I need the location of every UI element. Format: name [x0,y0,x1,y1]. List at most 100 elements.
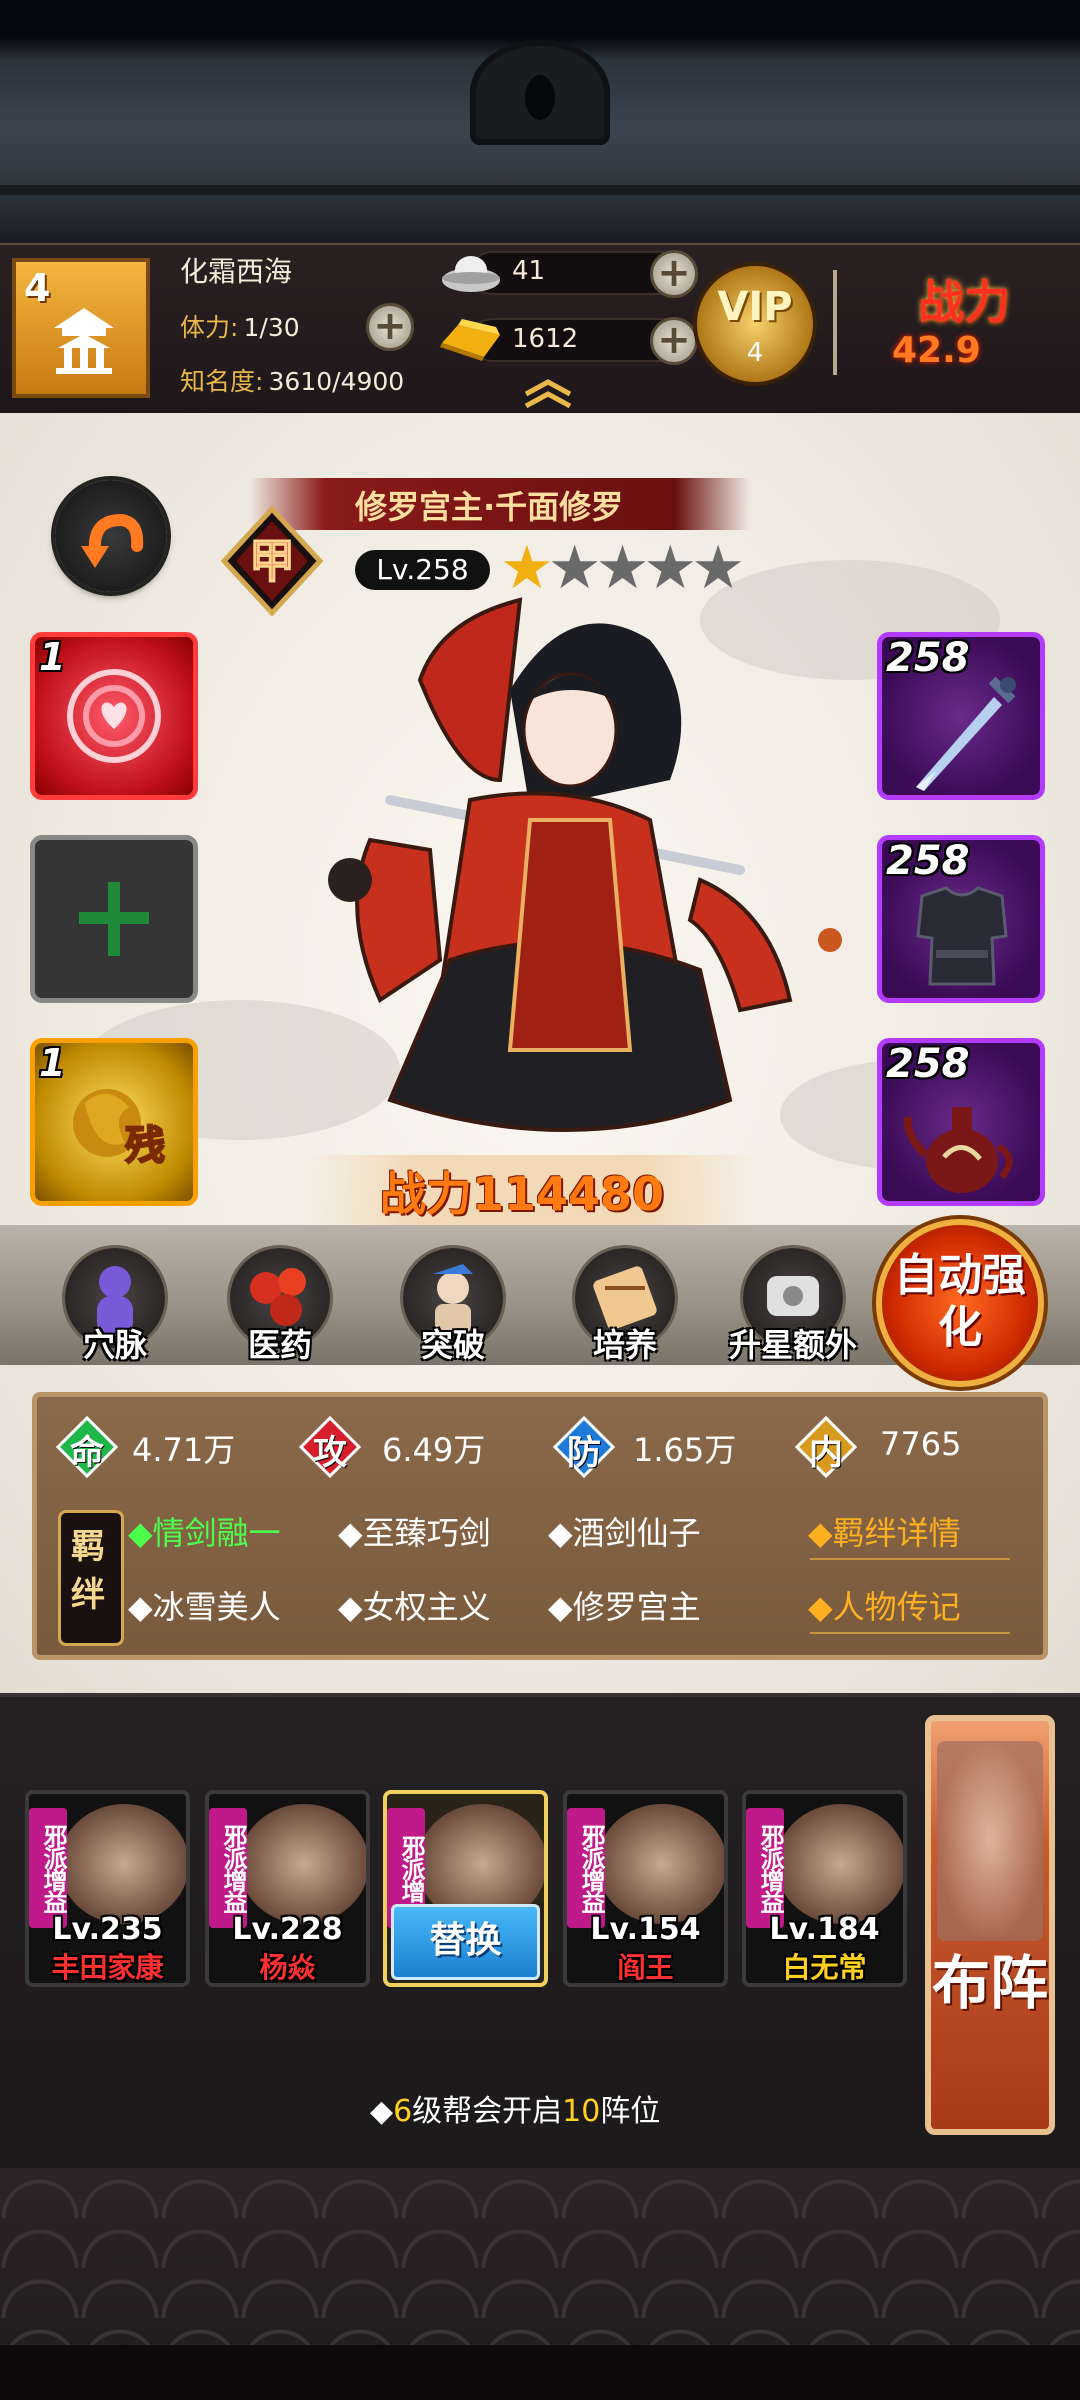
team-member-name: 丰田家康 [51,1951,164,1984]
stamina-value: 1/30 [243,313,300,342]
guild-badge[interactable]: 4 [12,258,150,398]
team-member-name: 白无常 [782,1951,867,1984]
chevron-up-icon[interactable] [520,378,576,408]
empty-skill-slot[interactable] [30,835,198,1003]
fame-label: 知名度: [180,367,264,396]
team-member-slot[interactable]: 邪派增益 Lv.154 阎王 [563,1790,728,1987]
gold-ingot-icon [440,319,500,361]
fragment-slot[interactable]: 1 残 [30,1038,198,1206]
bond-seal-label: 羁绊 [71,1527,105,1615]
bond-item[interactable]: ◆至臻巧剑 [338,1508,491,1554]
bond-details-link[interactable]: ◆羁绊详情 [808,1508,961,1554]
team-member-slot[interactable]: 邪派增益 Lv.228 杨焱 [205,1790,370,1987]
auto-strengthen-label: 自动强化 [894,1250,1026,1353]
skill-slot[interactable]: 1 [30,632,198,800]
faction-tag: 邪派增益 [567,1808,605,1928]
auto-strengthen-button[interactable]: 自动强化 [882,1225,1038,1381]
team-member-level: Lv.235 [52,1912,163,1947]
silver-amount: 41 [512,256,546,286]
add-gold-button[interactable]: + [650,317,698,365]
breakthrough-button[interactable]: 突破 [388,1240,518,1370]
stamina-label: 体力: [180,313,239,342]
add-stamina-button[interactable]: + [366,303,414,351]
hero-character-art [328,597,842,1132]
bond-item[interactable]: ◆女权主义 [338,1582,491,1628]
total-power-value: 42.9 [892,330,981,371]
hp-value: 4.71万 [132,1431,236,1469]
roof-beam [0,185,1080,195]
star-upgrade-label: 升星额外 [728,1326,857,1364]
fame-row: 知名度: 3610/4900 [180,362,404,398]
armor-icon [916,886,1008,986]
hero-portrait [597,1804,724,1924]
link-underline [810,1558,1010,1560]
hero-title: 修罗宫主·千面修罗 [355,488,624,526]
replace-button[interactable]: 替换 [391,1904,540,1980]
cultivate-button[interactable]: 培养 [560,1240,690,1370]
star-upgrade-button[interactable]: 升星额外 [728,1240,858,1370]
hero-power: 战力114480 [380,1167,665,1221]
meridian-label: 穴脉 [82,1326,147,1364]
formation-button[interactable]: 布阵 [925,1715,1055,2135]
meridian-button[interactable]: 穴脉 [50,1240,180,1370]
plus-icon [79,882,149,956]
player-name: 化霜西海 [180,255,293,288]
bond-item[interactable]: ◆酒剑仙子 [548,1508,701,1554]
svg-text:残: 残 [125,1123,165,1169]
defense-value: 1.65万 [633,1431,737,1469]
team-member-name: 阎王 [617,1951,674,1984]
back-button[interactable] [55,480,167,592]
defense-icon: 防 [552,1415,616,1479]
team-member-level: Lv.154 [590,1912,701,1947]
unlock-hint: ◆6级帮会开启10阵位 [370,2094,661,2129]
team-member-level: Lv.228 [232,1912,343,1947]
breakthrough-label: 突破 [420,1326,485,1364]
vip-badge[interactable]: VIP 4 [693,262,817,386]
vip-label: VIP [717,284,793,330]
faction-tag: 邪派增益 [746,1808,784,1928]
teapot-icon [903,1107,1013,1193]
formation-art [937,1741,1043,1941]
footer-bar [0,2345,1080,2400]
biography-link[interactable]: ◆人物传记 [808,1582,961,1628]
team-member-level: Lv.184 [769,1912,880,1947]
team-member-name: 杨焱 [259,1951,316,1984]
faction-tag: 邪派增益 [209,1808,247,1928]
silver-ingot-icon [442,256,500,292]
medicine-label: 医药 [247,1326,312,1364]
team-member-slot[interactable]: 邪派增益 Lv.235 丰田家康 [25,1790,190,1987]
armor-slot[interactable]: 258 [877,835,1045,1003]
attack-icon: 攻 [298,1415,362,1479]
bond-item[interactable]: ◆冰雪美人 [128,1582,281,1628]
attack-value: 6.49万 [382,1431,486,1469]
bond-item[interactable]: ◆情剑融一 [128,1508,281,1554]
bond-item[interactable]: ◆修罗宫主 [548,1582,701,1628]
red-swirl-skill-icon [67,669,161,763]
formation-label: 布阵 [931,1949,1048,2017]
total-power-label: 战力 [918,275,1010,329]
team-member-slot[interactable]: 邪派增益 Lv.184 白无常 [742,1790,907,1987]
faction-tag: 邪派增益 [29,1808,67,1928]
weapon-slot[interactable]: 258 [877,632,1045,800]
internal-value: 7765 [880,1425,962,1463]
guild-level: 4 [24,266,51,310]
return-arrow-icon [81,513,144,568]
divider [833,270,837,375]
link-underline [810,1632,1010,1634]
hero-portrait [239,1804,366,1924]
bond-seal: 羁绊 [58,1510,124,1646]
add-silver-button[interactable]: + [650,250,698,298]
accessory-slot[interactable]: 258 [877,1038,1045,1206]
sword-icon [916,676,1016,791]
hp-icon: 命 [55,1415,119,1479]
golden-fragment-icon: 残 [73,1089,166,1170]
stamina-row: 体力: 1/30 [180,308,300,344]
pagoda-icon [54,308,114,374]
cultivate-label: 培养 [592,1326,657,1364]
hero-portrait [776,1804,903,1924]
vip-level: 4 [746,338,764,368]
medicine-button[interactable]: 医药 [215,1240,345,1370]
roof-ornament [470,40,610,145]
internal-icon: 内 [794,1415,858,1479]
team-member-slot-selected[interactable]: 邪派增 替换 [383,1790,548,1987]
